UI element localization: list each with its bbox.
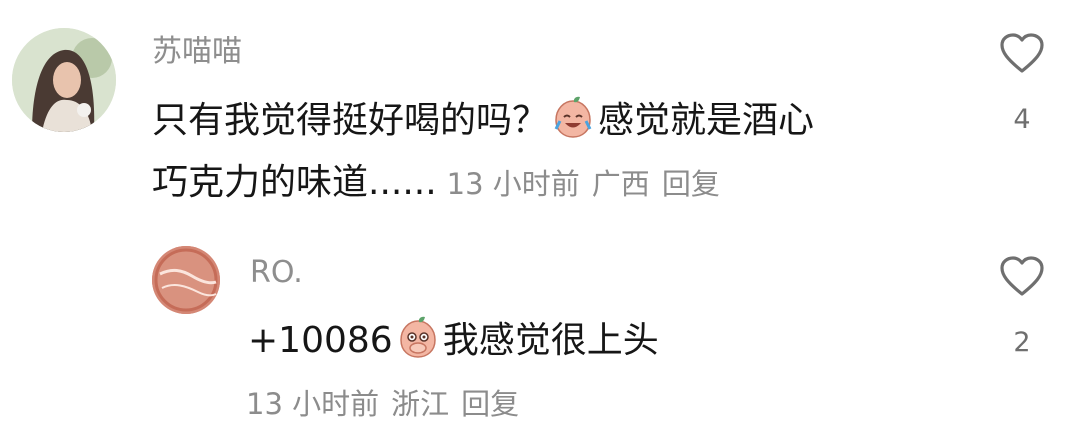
avatar-image <box>12 28 116 132</box>
comment-text: 巧克力的味道...... 13 小时前 广西 回复 <box>152 165 732 201</box>
like-count: 4 <box>1013 104 1031 135</box>
reply-button[interactable]: 回复 <box>461 387 519 421</box>
avatar[interactable] <box>12 28 116 132</box>
comment-username[interactable]: RO. <box>250 258 303 288</box>
comment-text-segment: 我感觉很上头 <box>442 320 659 361</box>
comment-time: 13 小时前 <box>246 387 380 421</box>
like-button[interactable]: 2 <box>987 253 1057 356</box>
reply-button[interactable]: 回复 <box>662 167 720 201</box>
crying-laughing-peach-emoji <box>554 96 592 138</box>
like-button[interactable]: 4 <box>987 30 1057 133</box>
covering-mouth-peach-emoji <box>399 316 436 358</box>
heart-outline-icon <box>1000 33 1044 73</box>
comment-text-segment: +10086 <box>248 320 393 361</box>
avatar-image <box>152 246 220 314</box>
comment-text: 只有我觉得挺好喝的吗？ 感觉就是酒心 <box>152 96 815 141</box>
comment-username[interactable]: 苏喵喵 <box>152 37 242 67</box>
avatar[interactable] <box>152 246 220 314</box>
comment-location: 广西 <box>591 167 650 201</box>
comment-text-segment: 巧克力的味道...... <box>152 162 437 203</box>
comment-time: 13 小时前 <box>446 167 580 201</box>
comment-location: 浙江 <box>391 387 450 421</box>
comment-text-segment: 感觉就是酒心 <box>598 100 815 141</box>
comment-text-segment: 只有我觉得挺好喝的吗？ <box>152 100 549 141</box>
heart-outline-icon <box>1000 256 1044 296</box>
like-count: 2 <box>1013 327 1031 358</box>
comment-meta: 13 小时前 广西 回复 <box>447 170 732 199</box>
comment-text: +10086 我感觉很上头 <box>248 316 659 361</box>
comment-meta: 13 小时前 浙江 回复 <box>246 390 531 419</box>
